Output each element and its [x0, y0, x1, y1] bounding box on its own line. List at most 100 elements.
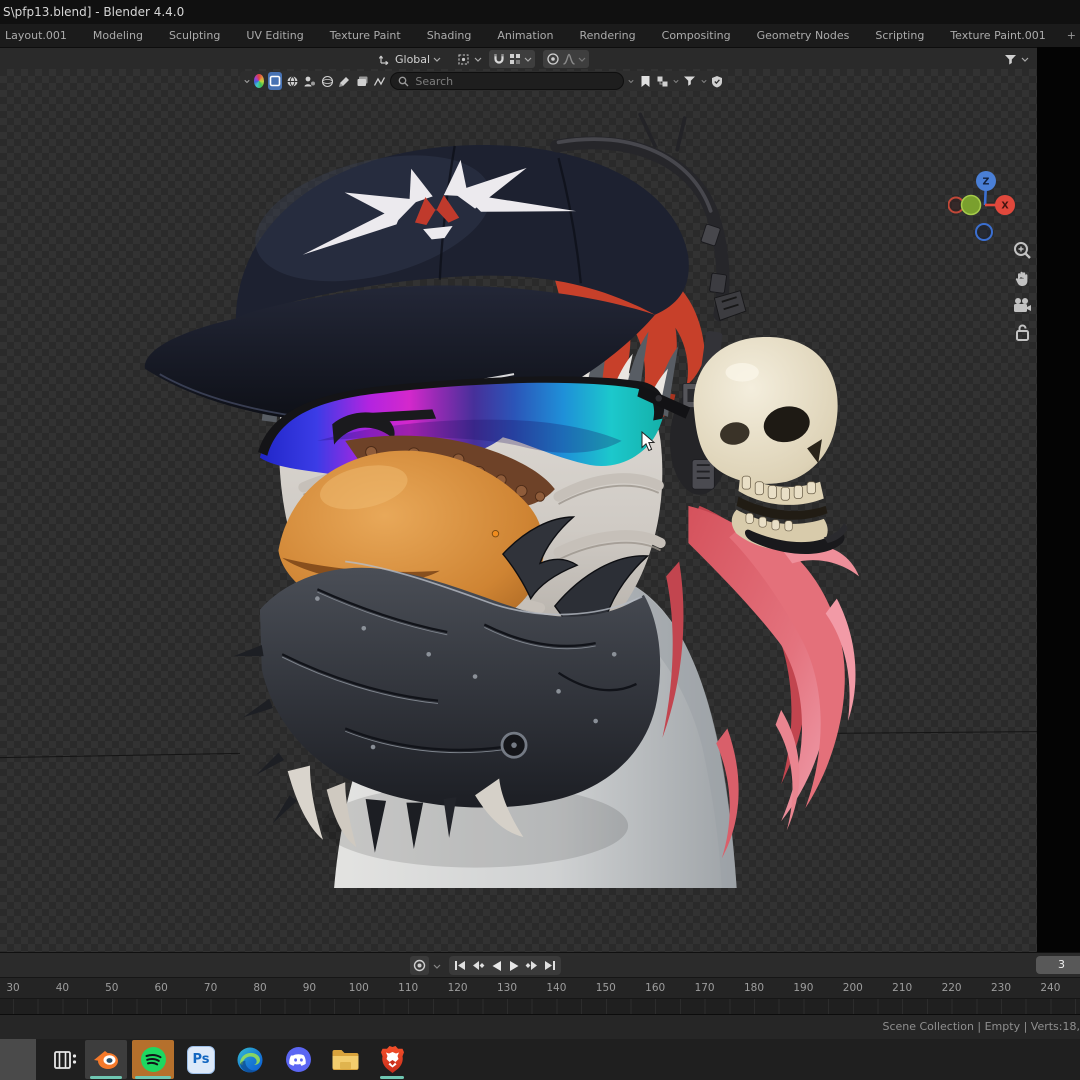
zoom-icon[interactable]: [1013, 241, 1032, 260]
jump-to-end-button[interactable]: [541, 957, 559, 974]
ruler-tick-label: 240: [1040, 982, 1061, 994]
taskbar-app-brave[interactable]: [370, 1039, 414, 1080]
object-origin-dot: [491, 529, 500, 538]
workspace-tab[interactable]: Compositing: [649, 24, 744, 47]
chevron-down-icon: [1021, 57, 1029, 62]
camera-icon[interactable]: [1012, 297, 1032, 314]
taskbar-app-folder[interactable]: [323, 1039, 367, 1080]
lock-icon[interactable]: [1014, 323, 1031, 342]
ruler-tick-label: 210: [892, 982, 913, 994]
auto-key-record-button[interactable]: [410, 956, 429, 975]
workspace-tab[interactable]: Scripting: [862, 24, 937, 47]
workspace-tab[interactable]: Shading: [414, 24, 485, 47]
active-indicator: [135, 1076, 171, 1079]
discord-icon: [285, 1047, 311, 1072]
timeline-header: 3: [0, 952, 1080, 977]
proportional-editing-group[interactable]: [543, 50, 589, 68]
mouse-cursor: [641, 431, 656, 452]
workspace-tab[interactable]: Modeling: [80, 24, 156, 47]
ruler-tick-label: 230: [990, 982, 1012, 994]
snap-magnet-icon: [494, 54, 504, 64]
screen: { "window": { "title": "S\\pfp13.blend] …: [0, 0, 1080, 1080]
ruler-tick-label: 170: [694, 982, 715, 994]
taskbar-app-discord[interactable]: [276, 1039, 320, 1080]
jump-to-start-button[interactable]: [451, 957, 469, 974]
workspace-tab[interactable]: Sculpting: [156, 24, 233, 47]
play-button[interactable]: [505, 957, 523, 974]
header-filter-dropdown[interactable]: [1003, 50, 1029, 68]
taskbar: Ps: [0, 1039, 1080, 1080]
ruler-tick-label: 90: [302, 982, 317, 994]
taskbar-app-blender[interactable]: [84, 1039, 128, 1080]
edge-icon: [237, 1047, 263, 1072]
task-view-button[interactable]: [44, 1039, 88, 1080]
photoshop-icon: Ps: [187, 1045, 215, 1074]
window-title: S\pfp13.blend] - Blender 4.4.0: [3, 5, 185, 19]
blender-icon: [94, 1050, 118, 1069]
ruler-tick-label: 190: [793, 982, 814, 994]
taskbar-left-block: [0, 1039, 36, 1080]
workspace-tab[interactable]: Texture Paint: [317, 24, 414, 47]
ruler-tick-label: 70: [203, 982, 218, 994]
taskbar-app-spotify[interactable]: [131, 1039, 175, 1080]
play-reverse-button[interactable]: [487, 957, 505, 974]
transform-orientation-dropdown[interactable]: Global: [378, 50, 441, 68]
workspace-tab[interactable]: Geometry Nodes: [744, 24, 863, 47]
gizmo-axis-negz[interactable]: [975, 223, 993, 241]
prev-keyframe-button[interactable]: [469, 957, 487, 974]
model-chicken-character[interactable]: [0, 69, 1080, 952]
viewport-side-controls: [1010, 241, 1034, 342]
workspace-tabs: Layout.001 Modeling Sculpting UV Editing Tex…: [0, 24, 1080, 47]
chevron-down-icon: [433, 57, 441, 62]
status-text: Scene Collection | Empty | Verts:18,: [882, 1020, 1080, 1033]
active-indicator: [380, 1076, 404, 1079]
workspace-tab[interactable]: Texture Paint.001: [937, 24, 1058, 47]
gizmo-axis-y[interactable]: [960, 194, 982, 216]
snapping-group[interactable]: [489, 50, 535, 68]
ruler-tick-label: 150: [595, 982, 616, 994]
chevron-down-icon: [474, 57, 482, 62]
ruler-tick-label: 140: [546, 982, 567, 994]
ruler-tick-label: 50: [105, 982, 119, 994]
chevron-down-icon: [524, 57, 532, 62]
viewport-header: Global: [0, 47, 1080, 69]
workspace-tab[interactable]: Layout.001: [0, 24, 80, 47]
spotify-icon: [140, 1047, 166, 1072]
ruler-tick-label: 40: [55, 982, 70, 994]
status-bar: Scene Collection | Empty | Verts:18,: [0, 1014, 1080, 1039]
ruler-tick-label: 220: [941, 982, 962, 994]
playback-controls: [449, 956, 561, 975]
chevron-down-icon[interactable]: [433, 962, 441, 970]
current-frame-field[interactable]: 3: [1036, 956, 1080, 974]
ruler-tick-label: 180: [743, 982, 765, 994]
workspace-tab[interactable]: UV Editing: [233, 24, 316, 47]
pivot-point-dropdown[interactable]: [456, 50, 482, 68]
navigation-gizmo[interactable]: Z X: [948, 167, 1024, 245]
folder-icon: [332, 1049, 358, 1070]
chevron-down-icon: [578, 57, 586, 62]
ruler-tick-label: 200: [842, 982, 863, 994]
ruler-tick-label: 60: [154, 982, 168, 994]
add-workspace-button[interactable]: +: [1059, 24, 1080, 47]
ruler-tick-label: 160: [645, 982, 666, 994]
hand-icon[interactable]: [1013, 269, 1032, 288]
ruler-tick-label: 110: [398, 982, 419, 994]
next-keyframe-button[interactable]: [523, 957, 541, 974]
gizmo-z-label: Z: [983, 177, 990, 188]
workspace-tab[interactable]: Animation: [484, 24, 566, 47]
falloff-curve-icon: [563, 53, 575, 65]
taskbar-app-photoshop[interactable]: Ps: [179, 1039, 223, 1080]
ruler-tick-label: 80: [253, 982, 267, 994]
workspace-tab[interactable]: Rendering: [566, 24, 648, 47]
ruler-tick-label: 100: [348, 982, 369, 994]
snap-target-icon: [510, 54, 520, 64]
task-view-icon: [54, 1050, 77, 1069]
brave-icon: [380, 1045, 404, 1073]
transform-orientation-icon: [378, 55, 389, 66]
timeline-channels[interactable]: [0, 998, 1080, 1014]
pivot-point-icon: [458, 53, 469, 65]
taskbar-app-edge[interactable]: [228, 1039, 272, 1080]
proportional-editing-icon: [547, 53, 559, 65]
timeline-ruler-ticks[interactable]: 30 40 50 60 70 80 90 100 110 120 130 140 150 160 170 18…: [0, 977, 1080, 998]
viewport-3d[interactable]: Z X: [0, 69, 1080, 952]
